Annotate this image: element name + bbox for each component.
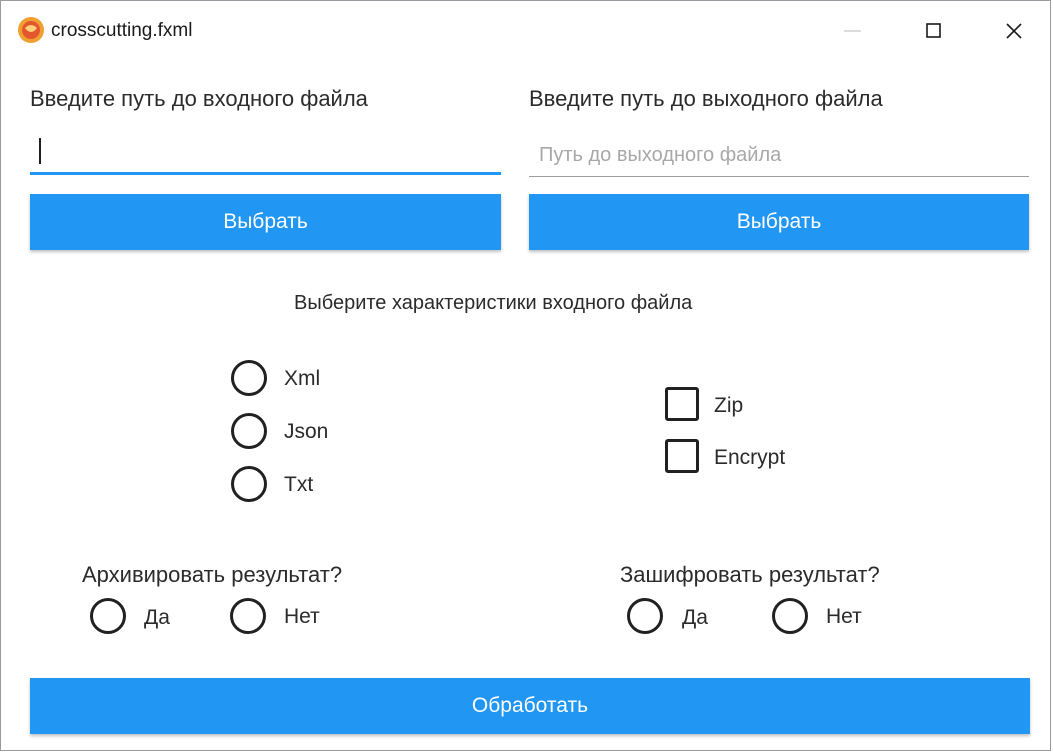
encrypt-label: Encrypt bbox=[714, 446, 786, 469]
format-label-json: Json bbox=[284, 420, 329, 443]
archive-no-radio[interactable] bbox=[230, 598, 266, 634]
encrypt-checkbox[interactable] bbox=[665, 439, 699, 473]
choose-input-button[interactable]: Выбрать bbox=[30, 194, 501, 250]
maximize-button[interactable] bbox=[911, 10, 957, 52]
output-path-placeholder: Путь до выходного файла bbox=[539, 144, 782, 166]
input-path-field[interactable] bbox=[30, 130, 501, 175]
window-frame bbox=[0, 0, 1051, 751]
maximize-icon bbox=[926, 23, 941, 38]
format-label-xml: Xml bbox=[284, 367, 321, 390]
format-radio-json[interactable] bbox=[231, 413, 267, 449]
input-path-label: Введите путь до входного файла bbox=[30, 86, 368, 111]
format-radio-txt[interactable] bbox=[231, 466, 267, 502]
title-bar[interactable]: crosscutting.fxml bbox=[0, 0, 1053, 62]
zip-checkbox[interactable] bbox=[665, 387, 699, 421]
archive-question: Архивировать результат? bbox=[82, 562, 343, 587]
process-button[interactable]: Обработать bbox=[30, 678, 1030, 734]
minimize-button[interactable] bbox=[830, 10, 876, 52]
window-title: crosscutting.fxml bbox=[51, 20, 193, 41]
close-button[interactable] bbox=[991, 10, 1037, 52]
encrypt-question: Зашифровать результат? bbox=[620, 562, 880, 587]
archive-yes-radio[interactable] bbox=[90, 598, 126, 634]
encrypt-no-label: Нет bbox=[826, 605, 862, 628]
app-logo-icon bbox=[17, 16, 45, 44]
minimize-icon bbox=[844, 30, 861, 32]
encrypt-yes-label: Да bbox=[682, 606, 708, 629]
characteristics-heading: Выберите характеристики входного файла bbox=[294, 292, 693, 314]
zip-label: Zip bbox=[714, 394, 744, 417]
output-path-field[interactable]: Путь до выходного файла bbox=[529, 132, 1029, 177]
choose-output-button[interactable]: Выбрать bbox=[529, 194, 1029, 250]
format-label-txt: Txt bbox=[284, 473, 314, 496]
text-caret bbox=[39, 138, 41, 164]
encrypt-yes-radio[interactable] bbox=[627, 598, 663, 634]
close-icon bbox=[1006, 23, 1022, 39]
format-radio-xml[interactable] bbox=[231, 360, 267, 396]
output-path-label: Введите путь до выходного файла bbox=[529, 86, 883, 111]
encrypt-no-radio[interactable] bbox=[772, 598, 808, 634]
archive-no-label: Нет bbox=[284, 605, 320, 628]
archive-yes-label: Да bbox=[144, 606, 170, 629]
